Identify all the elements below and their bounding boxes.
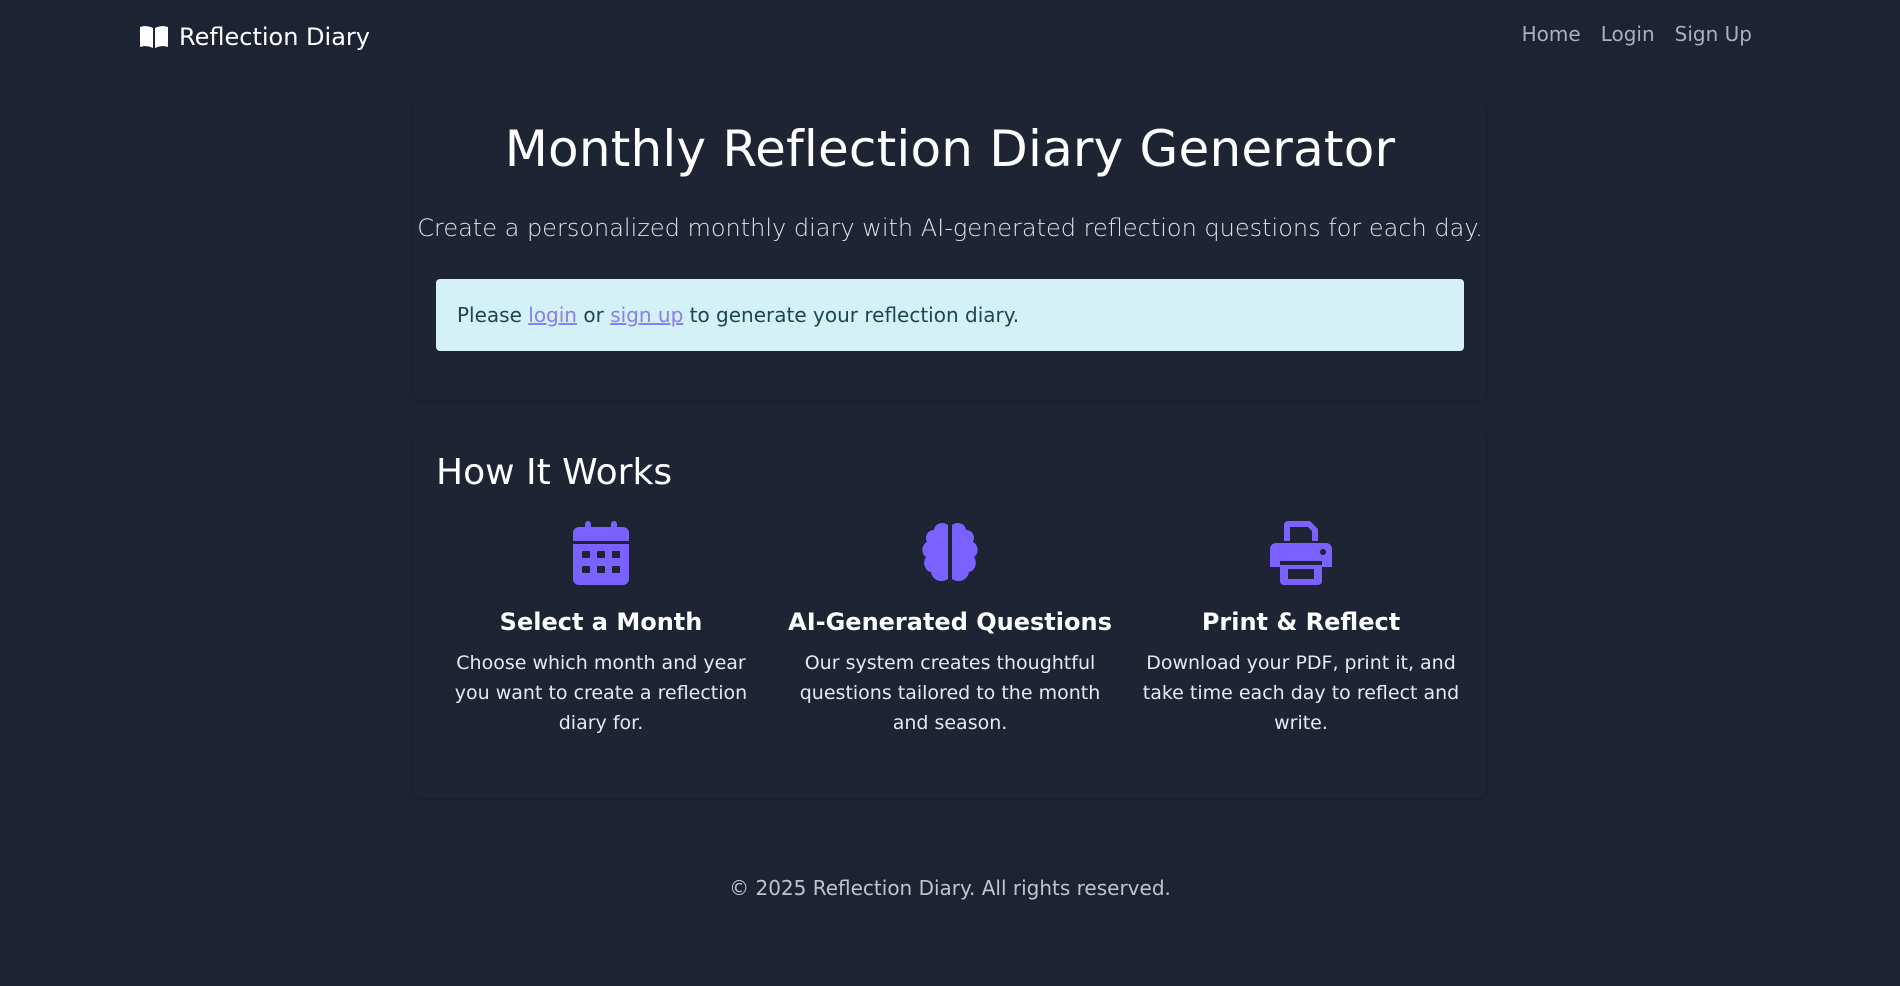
nav-signup-link[interactable]: Sign Up bbox=[1675, 22, 1752, 46]
feature-ai-questions: AI-Generated Questions Our system create… bbox=[785, 520, 1115, 738]
footer: © 2025 Reflection Diary. All rights rese… bbox=[0, 876, 1900, 900]
feature-title: Select a Month bbox=[499, 608, 703, 636]
alert-login-link[interactable]: login bbox=[528, 303, 577, 327]
feature-title: AI-Generated Questions bbox=[788, 608, 1112, 636]
nav-login-link[interactable]: Login bbox=[1601, 22, 1655, 46]
open-book-icon bbox=[140, 26, 168, 48]
feature-select-month: Select a Month Choose which month and ye… bbox=[436, 520, 766, 738]
brand-link[interactable]: Reflection Diary bbox=[139, 20, 370, 54]
page-subtitle: Create a personalized monthly diary with… bbox=[417, 214, 1483, 242]
alert-prefix: Please bbox=[457, 303, 529, 327]
nav-home-link[interactable]: Home bbox=[1522, 22, 1581, 46]
alert-suffix: to generate your reflection diary. bbox=[683, 303, 1020, 327]
brand-name: Reflection Diary bbox=[179, 23, 370, 51]
feature-description: Choose which month and year you want to … bbox=[454, 652, 748, 734]
calendar-icon bbox=[573, 521, 629, 585]
footer-copyright: © 2025 Reflection Diary. All rights rese… bbox=[729, 876, 1171, 900]
printer-icon bbox=[1270, 521, 1332, 585]
feature-description: Our system creates thoughtful questions … bbox=[799, 652, 1101, 734]
nav-links: Home Login Sign Up bbox=[1522, 22, 1752, 46]
feature-print-reflect: Print & Reflect Download your PDF, print… bbox=[1136, 520, 1466, 738]
feature-description: Download your PDF, print it, and take ti… bbox=[1142, 652, 1460, 734]
alert-signup-link[interactable]: sign up bbox=[610, 303, 683, 327]
login-alert: Please login or sign up to generate your… bbox=[436, 279, 1464, 351]
brain-icon bbox=[922, 522, 978, 582]
how-it-works-title: How It Works bbox=[436, 452, 673, 493]
feature-title: Print & Reflect bbox=[1201, 608, 1401, 636]
navbar: Reflection Diary Home Login Sign Up bbox=[0, 0, 1900, 74]
page-title: Monthly Reflection Diary Generator bbox=[504, 120, 1396, 178]
alert-middle: or bbox=[577, 303, 611, 327]
